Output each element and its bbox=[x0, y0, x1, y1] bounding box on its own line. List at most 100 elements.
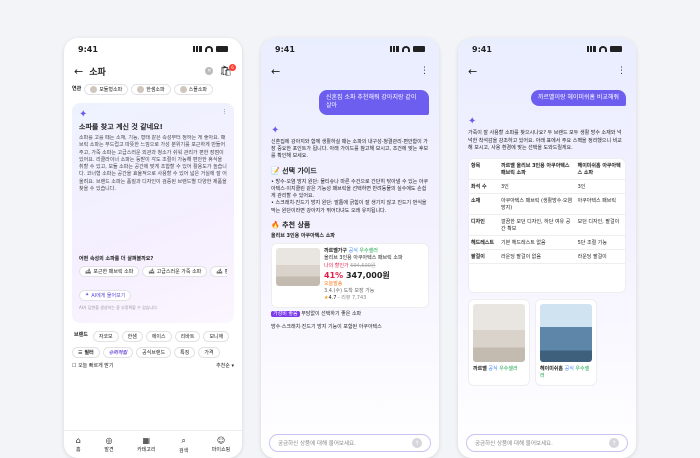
filter-chip[interactable]: 슈퍼적립 bbox=[102, 347, 134, 358]
guide-item: • 방수·오염 방지 원단: 물티슈나 마른 수건으로 간단히 닦아낼 수 있는… bbox=[271, 178, 429, 200]
clear-icon[interactable]: ✕ bbox=[205, 67, 214, 75]
status-time: 9:41 bbox=[275, 44, 295, 54]
table-row: 팔걸이 라운딩 팔걸이 없음 라운딩 팔걸이 bbox=[469, 249, 625, 265]
wifi-icon bbox=[599, 46, 607, 52]
table-header-row: 항목 까르벨 올리브 3인용 아쿠아텍스 패브릭 소파 헤이미쉬홈 아쿠아텍스 소파 bbox=[469, 159, 625, 181]
guide-item: • 스크래치·진드기 방지 원단: 발톱에 긁힘이 잘 생기지 않고 진드기 번… bbox=[271, 200, 427, 214]
send-icon[interactable]: ↑ bbox=[412, 438, 422, 448]
chat-input[interactable]: 궁금하신 상품에 대해 물어보세요. ↑ bbox=[269, 434, 431, 452]
table-cell: 라운딩 팔걸이 없음 bbox=[499, 249, 576, 265]
brand-chip[interactable]: 자코모 bbox=[92, 331, 119, 342]
signal-icon bbox=[587, 46, 596, 52]
filter-row: ☰ 필터 슈퍼적립 공식브랜드 특징 가격 bbox=[64, 344, 242, 361]
shop-name: 까르벨가구 bbox=[324, 248, 348, 255]
ask-ai-button[interactable]: ✦ AI에게 물어보기 bbox=[79, 289, 132, 301]
filter-button[interactable]: ☰ 필터 bbox=[72, 347, 100, 358]
guide-title: 📝 선택 가이드 bbox=[271, 166, 317, 175]
cart-icon[interactable]: 🛍 6 bbox=[219, 63, 236, 77]
compare-table: 항목 까르벨 올리브 3인용 아쿠아텍스 패브릭 소파 헤이미쉬홈 아쿠아텍스 소파… bbox=[468, 158, 626, 294]
thumb-icon bbox=[90, 86, 98, 93]
filter-chip[interactable]: 공식브랜드 bbox=[136, 347, 172, 358]
status-icons bbox=[193, 46, 228, 52]
nav-discover[interactable]: ◎ 발견 bbox=[104, 436, 113, 453]
nav-search[interactable]: ⌕ 검색 bbox=[179, 436, 188, 454]
nav-home[interactable]: ⌂ 홈 bbox=[76, 436, 81, 453]
related-chip[interactable]: 한샘소파 bbox=[131, 84, 171, 95]
review-count: 리뷰 7,743 bbox=[341, 295, 367, 302]
nav-my[interactable]: ☺ 마이쇼핑 bbox=[212, 436, 230, 453]
search-query[interactable]: 소파 bbox=[89, 65, 106, 78]
shop-name: 까르벨 bbox=[473, 366, 487, 373]
product-card[interactable]: 까르벨가구 공식 우수셀러 올리브 3인용 아쿠아텍스 패브릭 소파 나의 할인… bbox=[271, 243, 429, 308]
note-icon: 📝 bbox=[271, 166, 280, 175]
related-chip[interactable]: 스몰소파 bbox=[173, 84, 214, 95]
suggest-chip[interactable]: 🛋 고급스러운 가죽 소파 bbox=[142, 266, 208, 278]
table-cell: 아쿠아텍스 패브릭 (생활방수·오염 방지) bbox=[499, 193, 576, 216]
more-icon[interactable]: ⋮ bbox=[617, 66, 626, 76]
beta-note: AI가 답변을 생성하는 중 부정확할 수 있습니다. bbox=[79, 304, 159, 310]
brand-chip[interactable]: 보니애 bbox=[203, 331, 230, 342]
product-name: 올리브 3인용 아쿠아텍스 패브릭 소파 bbox=[324, 255, 403, 262]
battery-icon bbox=[216, 46, 228, 52]
product-card[interactable]: 헤이미쉬홈 공식 우수셀러 bbox=[535, 299, 597, 386]
delivery-toggle[interactable]: ☐ 오늘 빠르게 받기 bbox=[72, 363, 113, 370]
related-row: 연관 모듈형소파 한샘소파 스몰소파 bbox=[64, 82, 242, 97]
rec-subtitle: 올리브 3인용 아쿠아텍스 소파 bbox=[271, 232, 335, 239]
brand-chip[interactable]: 에이스 bbox=[145, 331, 172, 342]
phone-ai-chat-recommend: 9:41 ← ⋮ 신혼집 소파 추천해줘 강아지랑 같이 살아 ✦ 신혼집에 강아… bbox=[261, 38, 439, 458]
filter-chip[interactable]: 특징 bbox=[174, 347, 196, 358]
sort-dropdown[interactable]: 추천순 ▾ bbox=[216, 363, 234, 370]
filter-icon: ☰ bbox=[78, 349, 83, 356]
more-icon[interactable]: ⋮ bbox=[222, 109, 227, 120]
rec-title: 🔥 추천 상품 bbox=[271, 220, 311, 229]
signal-icon bbox=[193, 46, 202, 52]
ai-sparkle-icon: ✦ bbox=[85, 292, 90, 299]
ai-summary-card: ✦ ⋮ 소파를 찾고 계신 것 같네요! 소파를 고를 때는 소재, 기능, 형태… bbox=[72, 103, 234, 323]
shop-name: 헤이미쉬홈 bbox=[540, 366, 564, 373]
table-row: 소재 아쿠아텍스 패브릭 (생활방수·오염 방지) 아쿠아텍스 패브릭 bbox=[469, 193, 625, 216]
ai-sparkle-icon: ✦ bbox=[271, 124, 280, 136]
phone-ai-chat-compare: 9:41 ← ⋮ 까르벨이랑 헤이미쉬홈 비교해줘 ✦ 가죽이 잘 사용할 소파를… bbox=[458, 38, 636, 458]
wifi-icon bbox=[205, 46, 213, 52]
ai-tail-text: 방수·스크래치·진드기 방지 기능이 포함된 아쿠아텍스 bbox=[271, 323, 382, 330]
original-price: 594,500원 bbox=[350, 262, 376, 269]
send-icon[interactable]: ↑ bbox=[609, 438, 619, 448]
back-arrow-icon[interactable]: ← bbox=[271, 65, 280, 78]
table-cell: 3인 bbox=[499, 179, 576, 195]
suggest-chip[interactable]: 🛋편안 bbox=[210, 266, 227, 278]
back-arrow-icon[interactable]: ← bbox=[74, 65, 83, 78]
nav-category[interactable]: ▦ 카테고리 bbox=[137, 436, 155, 453]
related-chip[interactable]: 모듈형소파 bbox=[84, 84, 129, 95]
filter-chip[interactable]: 가격 bbox=[198, 347, 220, 358]
status-time: 9:41 bbox=[472, 44, 492, 54]
back-arrow-icon[interactable]: ← bbox=[468, 65, 477, 78]
more-icon[interactable]: ⋮ bbox=[420, 66, 429, 76]
brand-chip[interactable]: 리바트 bbox=[174, 331, 201, 342]
chat-input[interactable]: 궁금하신 상품에 대해 물어보세요. ↑ bbox=[466, 434, 628, 452]
table-row: 디자인 깔끔한 모던 디자인, 하단 여유 공간 확보 모던 디자인, 팔걸이 bbox=[469, 214, 625, 237]
suggest-chip[interactable]: 🛋 포근한 패브릭 소파 bbox=[79, 266, 140, 278]
discover-icon: ◎ bbox=[105, 436, 113, 445]
grid-icon: ▦ bbox=[142, 436, 151, 445]
table-cell: 헤드레스트 bbox=[469, 235, 499, 251]
product-card[interactable]: 까르벨 공식 우수셀러 bbox=[468, 299, 530, 386]
status-bar: 9:41 bbox=[261, 38, 439, 60]
wifi-icon bbox=[402, 46, 410, 52]
product-image bbox=[540, 304, 592, 363]
battery-icon bbox=[413, 46, 425, 52]
rating: 4.7 bbox=[328, 295, 337, 302]
signal-icon bbox=[390, 46, 399, 52]
bottom-nav: ⌂ 홈 ◎ 발견 ▦ 카테고리 ⌕ 검색 ☺ 마이쇼핑 bbox=[64, 430, 242, 458]
checkbox-icon: ☐ bbox=[72, 363, 77, 369]
table-cell: 깔끔한 모던 디자인, 하단 여유 공간 확보 bbox=[499, 214, 576, 237]
fire-icon: 🔥 bbox=[271, 220, 280, 229]
sort-row: ☐ 오늘 빠르게 받기 추천순 ▾ bbox=[64, 361, 242, 372]
sofa-icon: 🛋 bbox=[216, 268, 223, 275]
status-bar: 9:41 bbox=[458, 38, 636, 60]
table-cell: 팔걸이 bbox=[469, 249, 499, 265]
ai-title: 소파를 찾고 계신 것 같네요! bbox=[79, 123, 163, 131]
user-message: 신혼집 소파 추천해줘 강아지랑 같이 살아 bbox=[319, 90, 429, 115]
ai-sparkle-icon: ✦ bbox=[79, 109, 88, 120]
brand-chip[interactable]: 한샘 bbox=[121, 331, 143, 342]
product-image bbox=[276, 248, 320, 287]
